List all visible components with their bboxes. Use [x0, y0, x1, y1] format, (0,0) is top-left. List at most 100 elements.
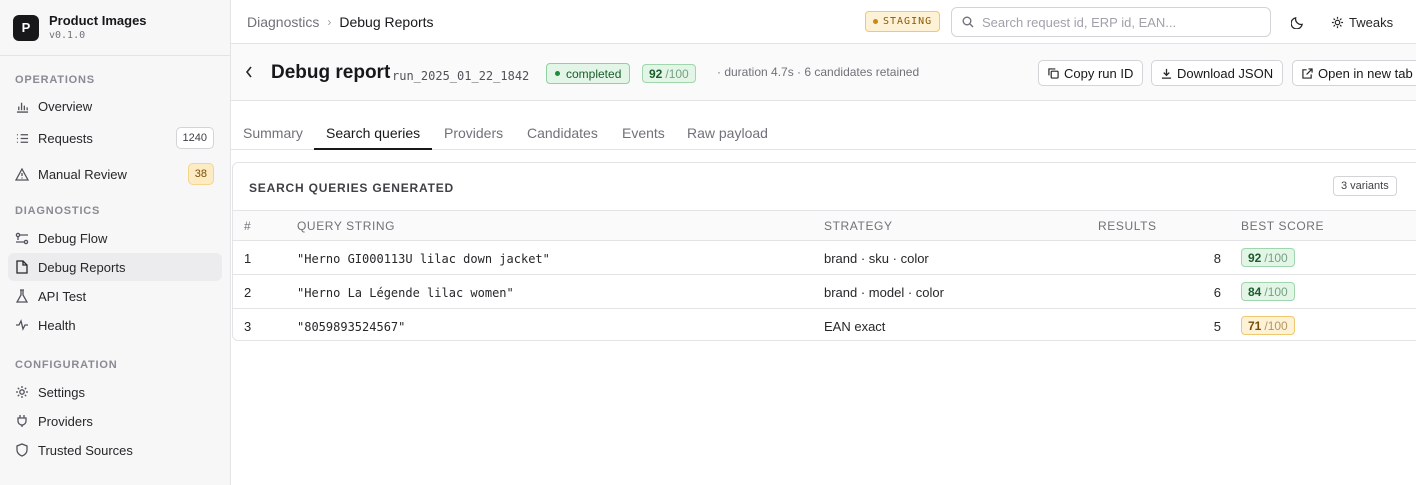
score-badge: 84 /100: [1241, 282, 1295, 301]
sidebar-item-label: Requests: [38, 130, 93, 146]
strategy: EAN exact: [824, 319, 886, 334]
sidebar-item-api-test[interactable]: API Test: [8, 282, 222, 310]
score-badge: 71 /100: [1241, 316, 1295, 335]
moon-icon: [1290, 16, 1304, 29]
sidebar-item-label: Providers: [38, 413, 93, 429]
open-new-tab-button[interactable]: Open in new tab: [1292, 60, 1416, 86]
sidebar-item-label: Overview: [38, 98, 93, 114]
score-max: /100: [1264, 250, 1288, 265]
theme-toggle-button[interactable]: [1288, 13, 1306, 31]
flask-icon: [15, 289, 29, 303]
results-count: 8: [1213, 251, 1221, 266]
external-link-icon: [1302, 67, 1313, 79]
sidebar-item-health[interactable]: Health: [8, 311, 222, 339]
tab-providers[interactable]: Providers: [432, 125, 515, 150]
card-header: SEARCH QUERIES GENERATED 3 variants: [233, 163, 1416, 211]
row-index: 3: [244, 319, 252, 334]
status-dot-icon: [555, 71, 560, 76]
sidebar-item-label: Manual Review: [38, 166, 127, 182]
app-version: v0.1.0: [49, 29, 86, 41]
variants-badge: 3 variants: [1333, 176, 1397, 196]
table-row[interactable]: 1 "Herno GI000113U lilac down jacket" br…: [233, 241, 1416, 275]
sidebar-item-label: Debug Reports: [38, 259, 126, 275]
copy-run-id-button[interactable]: Copy run ID: [1038, 60, 1144, 86]
chevron-right-icon: ›: [327, 14, 332, 29]
section-label-configuration: CONFIGURATION: [15, 359, 118, 371]
score-cell: 92 /100: [1241, 248, 1295, 267]
sidebar-item-debug-reports[interactable]: Debug Reports: [8, 253, 222, 281]
warning-icon: [15, 167, 29, 181]
search-queries-card: SEARCH QUERIES GENERATED 3 variants # QU…: [232, 162, 1416, 341]
sidebar-item-debug-flow[interactable]: Debug Flow: [8, 224, 222, 252]
tab-candidates[interactable]: Candidates: [515, 125, 610, 150]
requests-count-badge: 1240: [175, 127, 214, 149]
breadcrumb-diagnostics[interactable]: Diagnostics: [247, 14, 319, 30]
app-name: Product Images: [49, 12, 147, 28]
environment-label: STAGING: [883, 16, 933, 27]
brand[interactable]: P Product Images v0.1.0: [0, 0, 230, 56]
manual-review-count-badge: 38: [187, 163, 214, 185]
environment-badge: STAGING: [865, 11, 941, 32]
pulse-icon: [15, 318, 29, 332]
sidebar-item-overview[interactable]: Overview: [8, 92, 222, 120]
sidebar: P Product Images v0.1.0 OPERATIONS Overv…: [0, 0, 231, 485]
sidebar-item-trusted-sources[interactable]: Trusted Sources: [8, 436, 222, 464]
column-header-strategy: STRATEGY: [824, 219, 893, 233]
score-value: 92: [649, 66, 663, 81]
shield-icon: [15, 443, 29, 457]
tweaks-label: Tweaks: [1349, 14, 1394, 30]
query-string: "8059893524567": [297, 320, 406, 334]
tab-events[interactable]: Events: [610, 125, 677, 150]
copy-icon: [1048, 67, 1059, 79]
tab-summary[interactable]: Summary: [231, 125, 315, 150]
status-dot-icon: [873, 19, 878, 24]
download-json-button[interactable]: Download JSON: [1151, 60, 1284, 86]
main-content: Diagnostics › Debug Reports STAGING Sear…: [231, 0, 1416, 485]
copy-run-id-label: Copy run ID: [1064, 65, 1134, 81]
sidebar-item-label: Health: [38, 317, 76, 333]
breadcrumb-current: Debug Reports: [339, 13, 434, 30]
search-input[interactable]: [982, 14, 1262, 30]
sidebar-item-providers[interactable]: Providers: [8, 407, 222, 435]
sidebar-item-settings[interactable]: Settings: [8, 378, 222, 406]
tab-search-queries[interactable]: Search queries: [314, 125, 433, 150]
sidebar-item-label: Trusted Sources: [38, 442, 133, 458]
query-string: "Herno La Légende lilac women": [297, 286, 514, 300]
chevron-left-icon: [245, 66, 253, 78]
sidebar-item-manual-review[interactable]: Manual Review 38: [8, 160, 222, 188]
score-max: /100: [665, 66, 689, 81]
score-max: /100: [1264, 318, 1288, 333]
table-row[interactable]: 2 "Herno La Légende lilac women" brand ·…: [233, 275, 1416, 309]
open-new-tab-label: Open in new tab: [1318, 65, 1413, 81]
score-max: /100: [1264, 284, 1288, 299]
score-cell: 84 /100: [1241, 282, 1295, 301]
card-title: SEARCH QUERIES GENERATED: [249, 181, 455, 195]
sidebar-item-label: API Test: [38, 288, 87, 304]
row-index: 1: [244, 251, 252, 266]
column-header-results: RESULTS: [1098, 219, 1157, 233]
column-header-best-score: BEST SCORE: [1241, 219, 1325, 233]
section-label-diagnostics: DIAGNOSTICS: [15, 205, 101, 217]
list-icon: [15, 131, 29, 145]
results-count: 5: [1213, 319, 1221, 334]
app-logo: P: [13, 14, 39, 41]
overall-score-badge: 92 /100: [642, 64, 696, 83]
search-icon: [962, 16, 974, 28]
tweaks-button[interactable]: Tweaks: [1331, 11, 1393, 33]
sidebar-item-requests[interactable]: Requests 1240: [8, 124, 222, 152]
score-value: 92: [1248, 250, 1262, 265]
file-icon: [15, 260, 29, 274]
tab-raw-payload[interactable]: Raw payload: [675, 125, 780, 150]
download-json-label: Download JSON: [1177, 65, 1274, 81]
back-button[interactable]: [241, 64, 257, 80]
column-header-index: #: [244, 219, 252, 233]
download-icon: [1161, 68, 1172, 79]
score-cell: 71 /100: [1241, 316, 1295, 335]
run-meta: · duration 4.7s · 6 candidates retained: [717, 65, 920, 79]
report-header: Debug report run_2025_01_22_1842 complet…: [231, 44, 1416, 101]
score-badge: 92 /100: [1241, 248, 1295, 267]
table-row[interactable]: 3 "8059893524567" EAN exact 5 71 /100: [233, 309, 1416, 343]
search-box[interactable]: [951, 7, 1271, 37]
page-title: Debug report: [271, 62, 391, 83]
plug-icon: [15, 414, 29, 428]
